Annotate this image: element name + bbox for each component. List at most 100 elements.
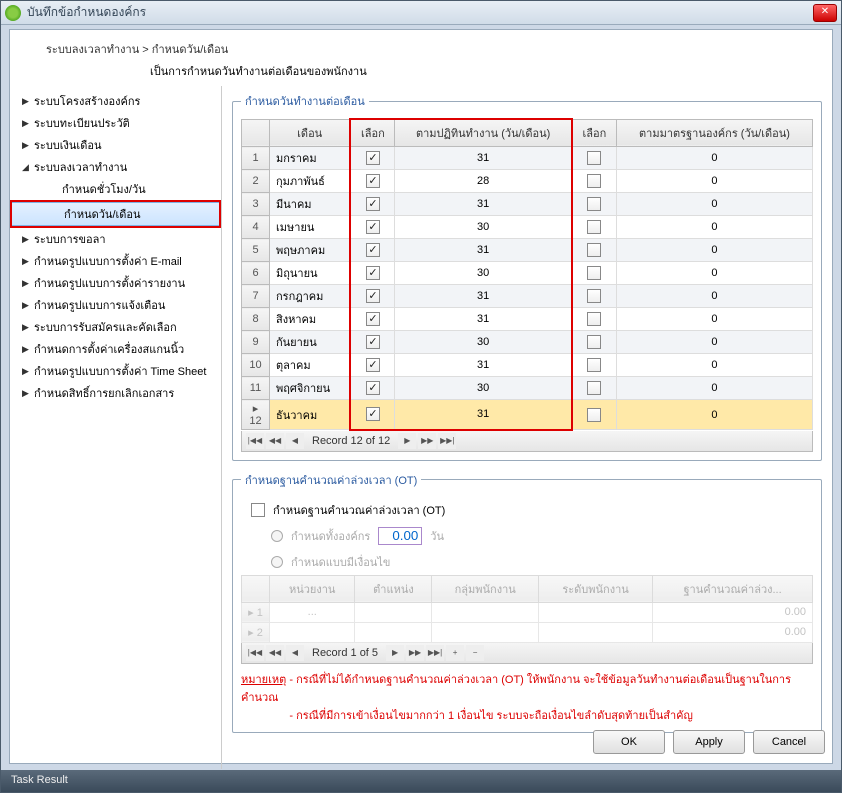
grid-header: เลือก (572, 119, 617, 147)
checkbox[interactable] (366, 358, 380, 372)
nav2-prevpage-icon[interactable]: ◀◀ (266, 645, 284, 661)
grid2-header: ฐานคำนวณค่าล่วง... (653, 575, 813, 602)
checkbox[interactable] (587, 312, 601, 326)
nav2-prev-icon[interactable]: ◀ (286, 645, 304, 661)
fieldset-ot: กำหนดฐานคำนวณค่าล่วงเวลา (OT) กำหนดฐานคำ… (232, 471, 822, 733)
days2-cell[interactable]: 0 (616, 377, 812, 400)
sidebar-item[interactable]: ▶ระบบโครงสร้างองค์กร (10, 90, 221, 112)
cancel-button[interactable]: Cancel (753, 730, 825, 754)
sidebar-item[interactable]: ▶ระบบทะเบียนประวัติ (10, 112, 221, 134)
days2-cell[interactable]: 0 (616, 147, 812, 170)
ot-value-input[interactable] (378, 527, 422, 545)
sidebar-item[interactable]: ▶กำหนดการตั้งค่าเครื่องสแกนนิ้ว (10, 338, 221, 360)
days1-cell[interactable]: 31 (395, 354, 572, 377)
checkbox[interactable] (587, 220, 601, 234)
arrow-right-icon: ▶ (22, 366, 30, 377)
days1-cell[interactable]: 31 (395, 308, 572, 331)
nav2-last-icon[interactable]: ▶▶| (426, 645, 444, 661)
sidebar-item[interactable]: ▶กำหนดรูปแบบการตั้งค่ารายงาน (10, 272, 221, 294)
days1-cell[interactable]: 31 (395, 400, 572, 430)
checkbox[interactable] (587, 381, 601, 395)
checkbox[interactable] (587, 151, 601, 165)
sidebar-item[interactable]: กำหนดชั่วโมง/วัน (10, 178, 221, 200)
checkbox[interactable] (366, 335, 380, 349)
grid2-header: ตำแหน่ง (355, 575, 432, 602)
checkbox[interactable] (366, 407, 380, 421)
checkbox[interactable] (366, 266, 380, 280)
nav-nextpage-icon[interactable]: ▶▶ (418, 433, 436, 449)
days1-cell[interactable]: 31 (395, 285, 572, 308)
sidebar-item[interactable]: ▶กำหนดรูปแบบการแจ้งเตือน (10, 294, 221, 316)
checkbox[interactable] (366, 312, 380, 326)
days2-cell[interactable]: 0 (616, 262, 812, 285)
sidebar-item[interactable]: ▶กำหนดสิทธิ์การยกเลิกเอกสาร (10, 382, 221, 404)
days1-cell[interactable]: 31 (395, 239, 572, 262)
checkbox[interactable] (366, 220, 380, 234)
sidebar-item-label: กำหนดการตั้งค่าเครื่องสแกนนิ้ว (34, 340, 184, 358)
apply-button[interactable]: Apply (673, 730, 745, 754)
sidebar-item[interactable]: ▶ระบบเงินเดือน (10, 134, 221, 156)
nav-prev-icon[interactable]: ◀ (286, 433, 304, 449)
days2-cell[interactable]: 0 (616, 239, 812, 262)
checkbox[interactable] (366, 197, 380, 211)
days2-cell[interactable]: 0 (616, 193, 812, 216)
nav2-nextpage-icon[interactable]: ▶▶ (406, 645, 424, 661)
sidebar-item[interactable]: ▶กำหนดรูปแบบการตั้งค่า E-mail (10, 250, 221, 272)
close-button[interactable]: ✕ (813, 4, 837, 22)
checkbox[interactable] (587, 197, 601, 211)
days1-cell[interactable]: 30 (395, 216, 572, 239)
checkbox[interactable] (366, 381, 380, 395)
days2-cell[interactable]: 0 (616, 285, 812, 308)
sidebar-item-label: ระบบการรับสมัครและคัดเลือก (34, 318, 177, 336)
ot-radio-org[interactable] (271, 530, 283, 542)
sidebar-item[interactable]: ▶ระบบการขอลา (10, 228, 221, 250)
nav-prevpage-icon[interactable]: ◀◀ (266, 433, 284, 449)
nav2-next-icon[interactable]: ▶ (386, 645, 404, 661)
nav2-add-icon[interactable]: + (446, 645, 464, 661)
days2-cell[interactable]: 0 (616, 331, 812, 354)
sidebar-item[interactable]: ◢ระบบลงเวลาทำงาน (10, 156, 221, 178)
days1-cell[interactable]: 30 (395, 377, 572, 400)
checkbox[interactable] (587, 174, 601, 188)
checkbox[interactable] (587, 335, 601, 349)
grid-header: เลือก (350, 119, 395, 147)
checkbox[interactable] (587, 408, 601, 422)
month-cell: กรกฎาคม (270, 285, 351, 308)
ot-radio-cond[interactable] (271, 556, 283, 568)
days1-cell[interactable]: 30 (395, 331, 572, 354)
days1-cell[interactable]: 30 (395, 262, 572, 285)
checkbox[interactable] (366, 151, 380, 165)
days2-cell[interactable]: 0 (616, 308, 812, 331)
sidebar-item[interactable]: ▶กำหนดรูปแบบการตั้งค่า Time Sheet (10, 360, 221, 382)
sidebar-item[interactable]: ▶ระบบการรับสมัครและคัดเลือก (10, 316, 221, 338)
days2-cell[interactable]: 0 (616, 170, 812, 193)
month-cell: พฤศจิกายน (270, 377, 351, 400)
nav-next-icon[interactable]: ▶ (398, 433, 416, 449)
ot-grid[interactable]: หน่วยงานตำแหน่งกลุ่มพนักงานระดับพนักงานฐ… (241, 575, 813, 643)
months-grid[interactable]: เดือนเลือกตามปฏิทินทำงาน (วัน/เดือน)เลือ… (241, 118, 813, 431)
sidebar-item-label: ระบบโครงสร้างองค์กร (34, 92, 140, 110)
days2-cell[interactable]: 0 (616, 354, 812, 377)
days2-cell[interactable]: 0 (616, 400, 812, 430)
days1-cell[interactable]: 28 (395, 170, 572, 193)
nav-last-icon[interactable]: ▶▶| (438, 433, 456, 449)
sidebar-item[interactable]: กำหนดวัน/เดือน (12, 202, 219, 226)
days1-cell[interactable]: 31 (395, 147, 572, 170)
checkbox[interactable] (366, 243, 380, 257)
checkbox[interactable] (587, 266, 601, 280)
checkbox[interactable] (587, 289, 601, 303)
nav-first-icon[interactable]: |◀◀ (246, 433, 264, 449)
ok-button[interactable]: OK (593, 730, 665, 754)
checkbox[interactable] (366, 174, 380, 188)
checkbox[interactable] (366, 289, 380, 303)
checkbox[interactable] (587, 243, 601, 257)
nav2-first-icon[interactable]: |◀◀ (246, 645, 264, 661)
days1-cell[interactable]: 31 (395, 193, 572, 216)
nav2-record-text: Record 1 of 5 (306, 647, 384, 659)
days2-cell[interactable]: 0 (616, 216, 812, 239)
ot-checkbox[interactable] (251, 503, 265, 517)
nav2-remove-icon[interactable]: − (466, 645, 484, 661)
grid2-cell (270, 622, 355, 642)
checkbox[interactable] (587, 358, 601, 372)
sidebar-item-label: กำหนดวัน/เดือน (64, 205, 141, 223)
